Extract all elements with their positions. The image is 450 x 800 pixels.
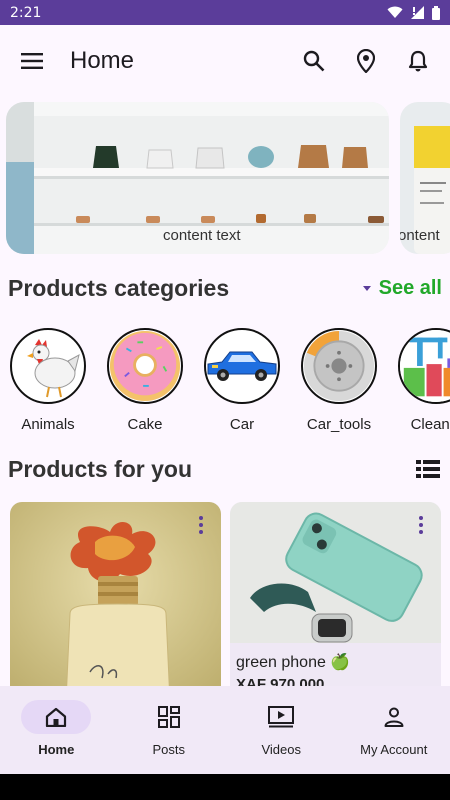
nav-item-home[interactable]: Home bbox=[0, 686, 113, 774]
banner-slide[interactable]: content text bbox=[6, 102, 389, 254]
bell-icon[interactable] bbox=[404, 47, 432, 75]
category-label: Car_tools bbox=[306, 416, 372, 433]
list-view-icon[interactable] bbox=[414, 455, 442, 483]
banner-carousel[interactable]: content text ontent bbox=[0, 102, 450, 254]
see-all-label: See all bbox=[378, 276, 442, 299]
banner-caption: content text bbox=[163, 227, 241, 244]
top-app-bar: Home bbox=[0, 25, 450, 97]
category-item[interactable]: Animals bbox=[0, 328, 96, 433]
category-item[interactable]: Car_tools bbox=[291, 328, 387, 433]
banner-caption: ontent bbox=[400, 227, 440, 244]
battery-icon bbox=[432, 5, 440, 20]
nav-label: My Account bbox=[360, 742, 428, 757]
wifi-icon bbox=[387, 6, 403, 18]
category-image bbox=[398, 328, 450, 404]
product-image bbox=[230, 502, 441, 643]
system-navigation-bar bbox=[0, 774, 450, 800]
status-bar: 2:21 bbox=[0, 0, 450, 25]
banner-slide[interactable]: ontent bbox=[400, 102, 450, 254]
more-vert-icon[interactable] bbox=[419, 516, 425, 534]
nav-label: Posts bbox=[152, 742, 185, 757]
status-time: 2:21 bbox=[10, 4, 42, 21]
product-image bbox=[10, 502, 221, 686]
product-card[interactable]: green phone 🍏 XAF 970,000 bbox=[230, 502, 441, 686]
signal-icon bbox=[411, 6, 424, 19]
category-image bbox=[107, 328, 183, 404]
home-icon bbox=[46, 707, 67, 727]
products-grid: green phone 🍏 XAF 970,000 bbox=[0, 502, 450, 686]
product-price: XAF 970,000 bbox=[236, 676, 325, 686]
category-image bbox=[301, 328, 377, 404]
more-vert-icon[interactable] bbox=[199, 516, 205, 534]
category-image bbox=[204, 328, 280, 404]
products-title: Products for you bbox=[8, 455, 193, 482]
bottom-navigation: Home Posts Videos My Account bbox=[0, 686, 450, 774]
category-item[interactable]: Cleanin bbox=[388, 328, 450, 433]
nav-item-posts[interactable]: Posts bbox=[113, 686, 226, 774]
nav-indicator bbox=[21, 700, 92, 734]
category-label: Animals bbox=[21, 416, 75, 433]
grid-icon bbox=[157, 706, 180, 728]
account-icon bbox=[384, 707, 404, 727]
product-card[interactable] bbox=[10, 502, 221, 686]
category-label: Cleanin bbox=[410, 416, 450, 433]
product-title: green phone 🍏 bbox=[236, 654, 351, 671]
nav-label: Home bbox=[38, 742, 75, 757]
category-item[interactable]: Car bbox=[194, 328, 290, 433]
categories-title: Products categories bbox=[8, 274, 230, 301]
video-icon bbox=[268, 706, 295, 728]
location-icon[interactable] bbox=[352, 47, 380, 75]
status-icons bbox=[387, 5, 440, 20]
nav-item-account[interactable]: My Account bbox=[338, 686, 450, 774]
nav-label: Videos bbox=[261, 742, 301, 757]
categories-list[interactable]: Animals Cake Car Car_tools Clean bbox=[0, 328, 450, 438]
products-header: Products for you bbox=[8, 454, 442, 484]
menu-icon[interactable] bbox=[18, 47, 46, 75]
see-all-button[interactable]: See all bbox=[362, 276, 442, 300]
nav-item-videos[interactable]: Videos bbox=[225, 686, 338, 774]
category-item[interactable]: Cake bbox=[97, 328, 193, 433]
page-title: Home bbox=[70, 47, 135, 74]
search-icon[interactable] bbox=[300, 47, 328, 75]
category-image bbox=[10, 328, 86, 404]
category-label: Cake bbox=[127, 416, 163, 433]
category-label: Car bbox=[229, 416, 255, 433]
categories-header: Products categories See all bbox=[8, 273, 442, 303]
caret-down-icon bbox=[362, 285, 371, 291]
